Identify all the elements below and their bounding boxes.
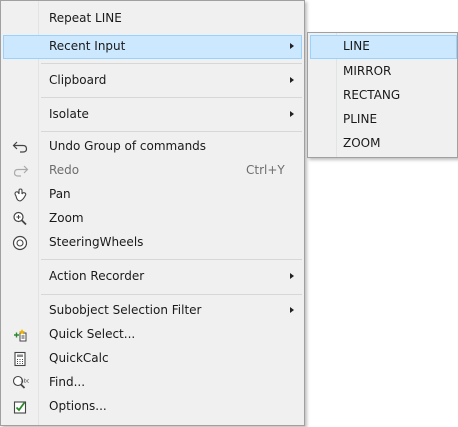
submenu-item-label: ZOOM bbox=[343, 136, 381, 150]
steeringwheels-icon bbox=[12, 235, 29, 251]
menu-item-label: Zoom bbox=[49, 211, 84, 225]
menu-item-repeat-line[interactable]: Repeat LINE bbox=[3, 7, 302, 31]
menu-item-steeringwheels[interactable]: SteeringWheels bbox=[3, 231, 302, 255]
menu-item-action-recorder[interactable]: Action Recorder bbox=[3, 265, 302, 289]
menu-item-label: Recent Input bbox=[49, 39, 126, 53]
menu-separator bbox=[41, 131, 302, 132]
menu-item-options[interactable]: Options... bbox=[3, 395, 302, 419]
menu-item-find[interactable]: abc Find... bbox=[3, 371, 302, 395]
menu-item-label: Redo bbox=[49, 163, 80, 177]
menu-item-label: QuickCalc bbox=[49, 351, 109, 365]
menu-item-redo[interactable]: Redo Ctrl+Y bbox=[3, 159, 302, 183]
submenu-item-rectang[interactable]: RECTANG bbox=[310, 84, 457, 108]
quick-select-icon bbox=[12, 327, 29, 343]
submenu-item-mirror[interactable]: MIRROR bbox=[310, 60, 457, 84]
calculator-icon bbox=[12, 351, 29, 367]
menu-separator bbox=[41, 97, 302, 98]
menu-item-subobject-selection-filter[interactable]: Subobject Selection Filter bbox=[3, 299, 302, 323]
menu-item-undo[interactable]: Undo Group of commands bbox=[3, 135, 302, 159]
menu-separator bbox=[41, 63, 302, 64]
submenu-item-label: LINE bbox=[343, 39, 370, 53]
submenu-item-line[interactable]: LINE bbox=[310, 35, 457, 59]
menu-separator bbox=[41, 294, 302, 295]
redo-icon bbox=[12, 163, 29, 179]
submenu-item-label: MIRROR bbox=[343, 64, 392, 78]
submenu-arrow-icon bbox=[290, 43, 294, 49]
recent-input-submenu: LINE MIRROR RECTANG PLINE ZOOM bbox=[307, 32, 458, 158]
menu-item-label: Action Recorder bbox=[49, 269, 145, 283]
menu-item-label: Find... bbox=[49, 375, 86, 389]
menu-item-clipboard[interactable]: Clipboard bbox=[3, 69, 302, 93]
context-menu: Repeat LINE Recent Input Clipboard Isola… bbox=[0, 0, 305, 426]
menu-item-shortcut: Ctrl+Y bbox=[246, 163, 285, 177]
menu-item-pan[interactable]: Pan bbox=[3, 183, 302, 207]
menu-item-isolate[interactable]: Isolate bbox=[3, 103, 302, 127]
submenu-item-label: PLINE bbox=[343, 112, 378, 126]
submenu-arrow-icon bbox=[290, 77, 294, 83]
menu-item-label: SteeringWheels bbox=[49, 235, 144, 249]
submenu-arrow-icon bbox=[290, 111, 294, 117]
submenu-item-label: RECTANG bbox=[343, 88, 401, 102]
menu-separator bbox=[41, 259, 302, 260]
options-checkbox-icon bbox=[12, 399, 29, 415]
submenu-item-zoom[interactable]: ZOOM bbox=[310, 132, 457, 156]
menu-item-label: Pan bbox=[49, 187, 71, 201]
submenu-item-pline[interactable]: PLINE bbox=[310, 108, 457, 132]
menu-item-label: Clipboard bbox=[49, 73, 107, 87]
zoom-icon bbox=[12, 211, 29, 227]
menu-item-label: Subobject Selection Filter bbox=[49, 303, 202, 317]
menu-item-quick-select[interactable]: Quick Select... bbox=[3, 323, 302, 347]
menu-item-label: Repeat LINE bbox=[49, 11, 122, 25]
submenu-arrow-icon bbox=[290, 273, 294, 279]
menu-item-label: Undo Group of commands bbox=[49, 139, 207, 153]
menu-item-recent-input[interactable]: Recent Input bbox=[3, 35, 302, 59]
pan-hand-icon bbox=[12, 187, 29, 203]
menu-item-quickcalc[interactable]: QuickCalc bbox=[3, 347, 302, 371]
menu-item-zoom[interactable]: Zoom bbox=[3, 207, 302, 231]
menu-item-label: Options... bbox=[49, 399, 107, 413]
find-text-icon: abc bbox=[12, 375, 29, 391]
svg-text:abc: abc bbox=[21, 379, 30, 385]
undo-icon bbox=[12, 139, 29, 155]
submenu-arrow-icon bbox=[290, 307, 294, 313]
menu-item-label: Quick Select... bbox=[49, 327, 136, 341]
menu-item-label: Isolate bbox=[49, 107, 89, 121]
